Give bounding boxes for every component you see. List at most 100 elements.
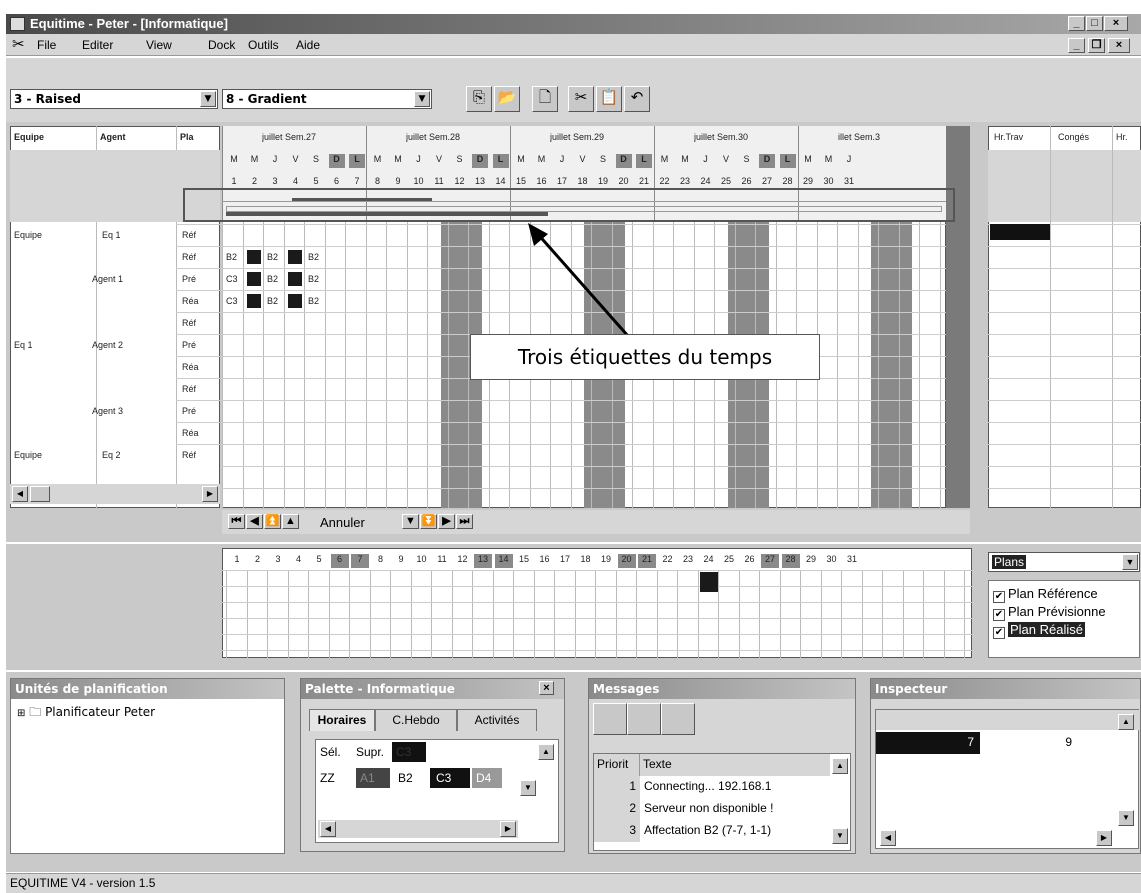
minimize-button[interactable]: _	[1068, 16, 1085, 31]
schedule-block-label[interactable]: B2	[308, 296, 319, 306]
month-day-number[interactable]: 14	[494, 554, 513, 568]
month-day-number[interactable]: 5	[310, 554, 328, 568]
first-icon[interactable]: ⏮	[228, 514, 245, 529]
month-day-number[interactable]: 3	[269, 554, 287, 568]
week-label[interactable]: juillet Sem.28	[406, 132, 460, 142]
menu-help[interactable]: Aide	[296, 38, 320, 52]
scroll-left-icon[interactable]: ◀	[12, 486, 28, 502]
month-day-number[interactable]: 6	[330, 554, 349, 568]
down-fast-icon[interactable]: ⏬	[420, 514, 437, 529]
checkbox-icon[interactable]: ✔	[993, 609, 1005, 621]
schedule-block-dark[interactable]	[287, 250, 302, 264]
scroll-thumb[interactable]	[30, 486, 50, 502]
palette-sel[interactable]: Sél.	[320, 742, 341, 762]
month-day-number[interactable]: 23	[679, 554, 697, 568]
msg-text[interactable]: Serveur non disponible !	[644, 798, 830, 818]
checkbox-icon[interactable]: ✔	[993, 591, 1005, 603]
maximize-button[interactable]: □	[1086, 16, 1103, 31]
schedule-block-label[interactable]: B2	[267, 274, 278, 284]
tab-activites[interactable]: Activités	[457, 709, 537, 731]
menu-edit[interactable]: Editer	[82, 38, 113, 52]
chevron-down-icon[interactable]: ▼	[1122, 554, 1138, 570]
left-grid-header[interactable]: Agent	[100, 132, 126, 142]
schedule-block-label[interactable]: C3	[226, 274, 238, 284]
month-day-number[interactable]: 19	[597, 554, 615, 568]
chevron-down-icon[interactable]: ▼	[200, 91, 216, 107]
week-label[interactable]: juillet Sem.27	[262, 132, 316, 142]
scroll-left-icon[interactable]: ◀	[320, 821, 336, 837]
palette-d4[interactable]: D4	[472, 768, 502, 788]
month-day-number[interactable]: 2	[249, 554, 267, 568]
up-icon[interactable]: ▲	[282, 514, 299, 529]
menu-dock[interactable]: Dock	[208, 38, 235, 52]
schedule-block-label[interactable]: C3	[226, 296, 238, 306]
month-day-number[interactable]: 16	[536, 554, 554, 568]
month-day-number[interactable]: 10	[413, 554, 431, 568]
close-button[interactable]: ×	[1104, 16, 1128, 31]
scroll-down-icon[interactable]: ▼	[1118, 810, 1134, 826]
cancel-button[interactable]: Annuler	[320, 515, 365, 530]
left-grid-header[interactable]: Equipe	[14, 132, 44, 142]
msg-button-2[interactable]	[627, 703, 661, 735]
cut-icon[interactable]: ✂	[568, 86, 594, 112]
up-fast-icon[interactable]: ⏫	[264, 514, 281, 529]
scroll-down-icon[interactable]: ▼	[520, 780, 536, 796]
schedule-block-dark[interactable]	[287, 294, 302, 308]
menu-file[interactable]: File	[37, 38, 56, 52]
right-grid-selected-cell[interactable]	[990, 224, 1050, 240]
msg-button-1[interactable]	[593, 703, 627, 735]
month-day-number[interactable]: 9	[392, 554, 410, 568]
tree-item-planner[interactable]: Planificateur Peter	[45, 705, 155, 719]
schedule-block-label[interactable]: B2	[308, 252, 319, 262]
month-day-number[interactable]: 8	[372, 554, 390, 568]
checkbox-icon[interactable]: ✔	[993, 627, 1005, 639]
schedule-block-dark[interactable]	[246, 272, 261, 286]
right-grid-header[interactable]: Congés	[1058, 132, 1089, 142]
palette-close-button[interactable]: ×	[539, 681, 554, 695]
expand-icon[interactable]: ⊞	[17, 708, 25, 719]
month-day-number[interactable]: 15	[515, 554, 533, 568]
palette-hscroll[interactable]	[318, 820, 518, 838]
inspector-value-1[interactable]: 7	[876, 732, 980, 754]
month-day-number[interactable]: 21	[638, 554, 656, 568]
palette-c3-selected[interactable]: C3	[392, 742, 426, 762]
scroll-right-icon[interactable]: ▶	[1096, 830, 1112, 846]
msg-text[interactable]: Affectation B2 (7-7, 1-1)	[644, 820, 830, 840]
month-day-number[interactable]: 13	[474, 554, 492, 568]
week-label[interactable]: juillet Sem.29	[550, 132, 604, 142]
menu-view[interactable]: View	[146, 38, 172, 52]
week-label[interactable]: illet Sem.3	[838, 132, 880, 142]
inspector-value-2[interactable]: 9	[982, 732, 1082, 752]
mdi-restore-button[interactable]: ❐	[1088, 38, 1105, 53]
scroll-left-icon[interactable]: ◀	[880, 830, 896, 846]
left-grid-header[interactable]: Pla	[180, 132, 194, 142]
document-icon[interactable]: ✂	[12, 37, 32, 53]
tab-chebdo[interactable]: C.Hebdo	[375, 709, 457, 731]
month-day-number[interactable]: 25	[720, 554, 738, 568]
month-day-number[interactable]: 1	[228, 554, 246, 568]
right-grid-header[interactable]: Hr.Trav	[994, 132, 1023, 142]
right-grid-header[interactable]: Hr.	[1116, 132, 1128, 142]
scroll-up-icon[interactable]: ▲	[1118, 714, 1134, 730]
mdi-minimize-button[interactable]: _	[1068, 38, 1085, 53]
timeline-vscroll[interactable]	[946, 126, 970, 508]
schedule-block-label[interactable]: B2	[308, 274, 319, 284]
col-priorit[interactable]: Priorit	[594, 754, 640, 776]
new-document-icon[interactable]: 🗋	[532, 86, 558, 112]
month-day-number[interactable]: 12	[454, 554, 472, 568]
plan-ref-item[interactable]: ✔ Plan Référence	[993, 585, 1139, 603]
plan-prev-item[interactable]: ✔ Plan Prévisionne	[993, 603, 1139, 621]
week-label[interactable]: juillet Sem.30	[694, 132, 748, 142]
month-day-number[interactable]: 27	[761, 554, 779, 568]
schedule-block-dark[interactable]	[246, 294, 261, 308]
palette-b2[interactable]: B2	[394, 768, 413, 788]
tab-horaires[interactable]: Horaires	[309, 709, 375, 731]
menu-tools[interactable]: Outils	[248, 38, 279, 52]
last-icon[interactable]: ⏭	[456, 514, 473, 529]
scroll-up-icon[interactable]: ▲	[538, 744, 554, 760]
schedule-block-label[interactable]: B2	[226, 252, 237, 262]
schedule-block-dark[interactable]	[246, 250, 261, 264]
next-icon[interactable]: ▶	[438, 514, 455, 529]
month-day-number[interactable]: 28	[781, 554, 800, 568]
month-day-number[interactable]: 7	[351, 554, 369, 568]
